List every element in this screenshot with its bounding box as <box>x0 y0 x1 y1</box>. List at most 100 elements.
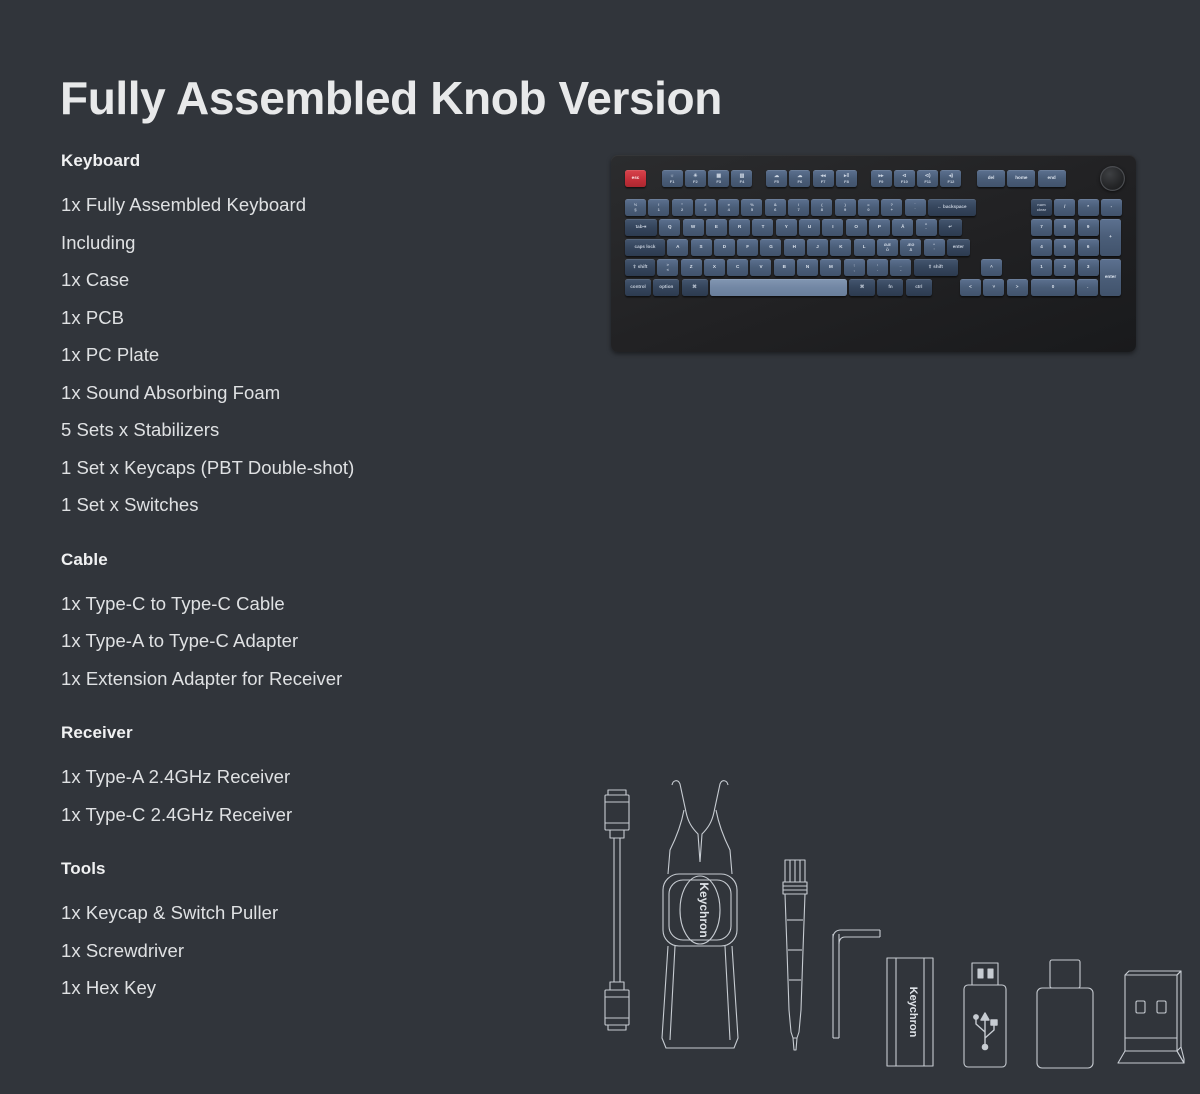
key-b: B <box>773 259 795 276</box>
key-6: & 6 <box>764 199 786 216</box>
key-f5: ☁ F5 <box>766 170 788 187</box>
key-numpad-4: 4 <box>1031 239 1052 256</box>
key-f8: ▸‖ F8 <box>835 170 857 187</box>
key-f1: ☼ F1 <box>661 170 683 187</box>
key-diaeresis: ^ ¨ <box>915 219 937 236</box>
key-f12: ◂) F12 <box>940 170 962 187</box>
key-2: " 2 <box>671 199 693 216</box>
key-numpad-minus: - <box>1100 199 1122 216</box>
list-item: 1x Case <box>61 269 130 290</box>
key-option-left: option <box>653 279 680 296</box>
key-numpad-9: 9 <box>1077 219 1099 236</box>
keyboard-arrow-row: ˂ ˅ ˃ <box>960 279 1030 296</box>
type-c-adapter-illustration <box>1036 959 1094 1069</box>
key-ae: ÆØ Ä <box>900 239 922 256</box>
keyboard-row-bottom: control option ⌘ ⌘ fn ctrl <box>625 279 934 296</box>
list-item: 5 Sets x Stabilizers <box>61 419 220 440</box>
accessories-illustration: Keychron Keychron <box>604 780 1185 1069</box>
list-item: 1x PC Plate <box>61 344 160 365</box>
key-v: V <box>750 259 772 276</box>
key-less-than: > < <box>657 259 679 276</box>
section-keyboard: Keyboard 1x Fully Assembled Keyboard Inc… <box>61 152 531 524</box>
key-f4: ▥ F4 <box>731 170 753 187</box>
key-d: D <box>713 239 735 256</box>
key-l: L <box>853 239 875 256</box>
key-5: % 5 <box>741 199 763 216</box>
key-numpad-5: 5 <box>1054 239 1076 256</box>
usb-icon <box>973 1012 998 1051</box>
list-item: 1x Hex Key <box>61 977 157 998</box>
key-backspace: ← backspace <box>927 199 976 216</box>
keyboard-numpad-row-4: 1 2 3 <box>1031 259 1101 276</box>
key-apostrophe: * ' <box>923 239 945 256</box>
key-esc: esc <box>625 170 646 187</box>
key-y: Y <box>775 219 797 236</box>
key-s: S <box>690 239 712 256</box>
key-4: ¤ 4 <box>718 199 740 216</box>
key-p: P <box>868 219 890 236</box>
screwdriver-illustration <box>782 859 808 1051</box>
list-item: 1x PCB <box>61 306 125 328</box>
list-item: 1 Set x Switches <box>61 494 199 515</box>
rotary-knob <box>1100 166 1125 191</box>
key-z: Z <box>680 259 702 276</box>
key-minus: _ - <box>890 259 912 276</box>
key-f2: ☀ F2 <box>684 170 706 187</box>
key-aring: Å <box>892 219 914 236</box>
key-e: E <box>705 219 727 236</box>
list-item: 1x Screwdriver <box>61 939 185 961</box>
key-section: ½ § <box>625 199 646 216</box>
key-c: C <box>727 259 749 276</box>
list-item: 1x Type-A 2.4GHz Receiver <box>61 766 291 787</box>
type-c-cable-illustration <box>604 789 630 1031</box>
key-numpad-6: 6 <box>1077 239 1099 256</box>
product-contents-page: Fully Assembled Knob Version Keyboard 1x… <box>0 0 1200 1094</box>
key-arrow-right: ˃ <box>1006 279 1028 296</box>
key-1: ! 1 <box>648 199 670 216</box>
key-num-clear: num clear <box>1031 199 1052 216</box>
key-g: G <box>760 239 782 256</box>
key-f7: ◂◂ F7 <box>812 170 834 187</box>
key-f6: ☁ F6 <box>789 170 811 187</box>
page-title: Fully Assembled Knob Version <box>60 71 722 124</box>
keyboard-numpad-plus-wrap: + <box>1100 219 1123 256</box>
keyboard-product-image: esc ☼ F1 ☀ F2 ▦ F3 ▥ F4 ☁ F5 ☁ F6 ◂◂ F7 ▸‖ F8 ▸▸… <box>611 155 1136 352</box>
key-numpad-divide: / <box>1054 199 1076 216</box>
card-brand-label: Keychron <box>907 987 919 1038</box>
key-del: del <box>977 170 1006 187</box>
key-k: K <box>830 239 852 256</box>
list-item: 1x Keycap & Switch Puller <box>61 902 279 923</box>
keyboard-numpad-row-1: num clear / * - <box>1031 199 1124 216</box>
key-j: J <box>807 239 829 256</box>
list-item: 1x Extension Adapter for Receiver <box>61 667 343 689</box>
list-item: 1x Type-C 2.4GHz Receiver <box>61 803 293 825</box>
keyboard-keys-area: esc ☼ F1 ☀ F2 ▦ F3 ▥ F4 ☁ F5 ☁ F6 ◂◂ F7 ▸‖ F8 ▸▸… <box>621 166 1126 338</box>
key-f10: ⊲ F10 <box>893 170 915 187</box>
key-8: (8 <box>811 199 833 216</box>
key-ctrl-right: ctrl <box>905 279 932 296</box>
key-plus: ? + <box>881 199 903 216</box>
key-command-right: ⌘ <box>849 279 876 296</box>
key-u: U <box>799 219 821 236</box>
key-9: ) 9 <box>834 199 856 216</box>
key-o: O <box>845 219 867 236</box>
key-comma: ;, <box>843 259 865 276</box>
key-end: end <box>1037 170 1066 187</box>
key-numpad-3: 3 <box>1077 259 1099 276</box>
keyboard-row-home: caps lock A S D F G H J K L ØÆ Ö ÆØ Ä * ' e… <box>625 239 972 256</box>
key-t: T <box>752 219 774 236</box>
keycap-switch-puller-illustration: Keychron <box>661 780 739 1049</box>
key-q: Q <box>659 219 681 236</box>
keyboard-row-number: ½ § ! 1 " 2 #3 ¤ 4 % 5 & 6 /7 (8 ) 9 = 0 ? + ` ´ ←… <box>625 199 978 216</box>
key-caps-lock: caps lock <box>625 239 665 256</box>
section-title-keyboard: Keyboard <box>61 151 141 170</box>
key-numpad-7: 7 <box>1031 219 1052 236</box>
key-7: /7 <box>788 199 810 216</box>
key-f: F <box>737 239 759 256</box>
key-f3: ▦ F3 <box>708 170 730 187</box>
key-home: home <box>1007 170 1036 187</box>
key-numpad-8: 8 <box>1054 219 1076 236</box>
key-enter-lower: enter <box>946 239 970 256</box>
key-period: :. <box>866 259 888 276</box>
list-item: 1x Sound Absorbing Foam <box>61 381 281 403</box>
